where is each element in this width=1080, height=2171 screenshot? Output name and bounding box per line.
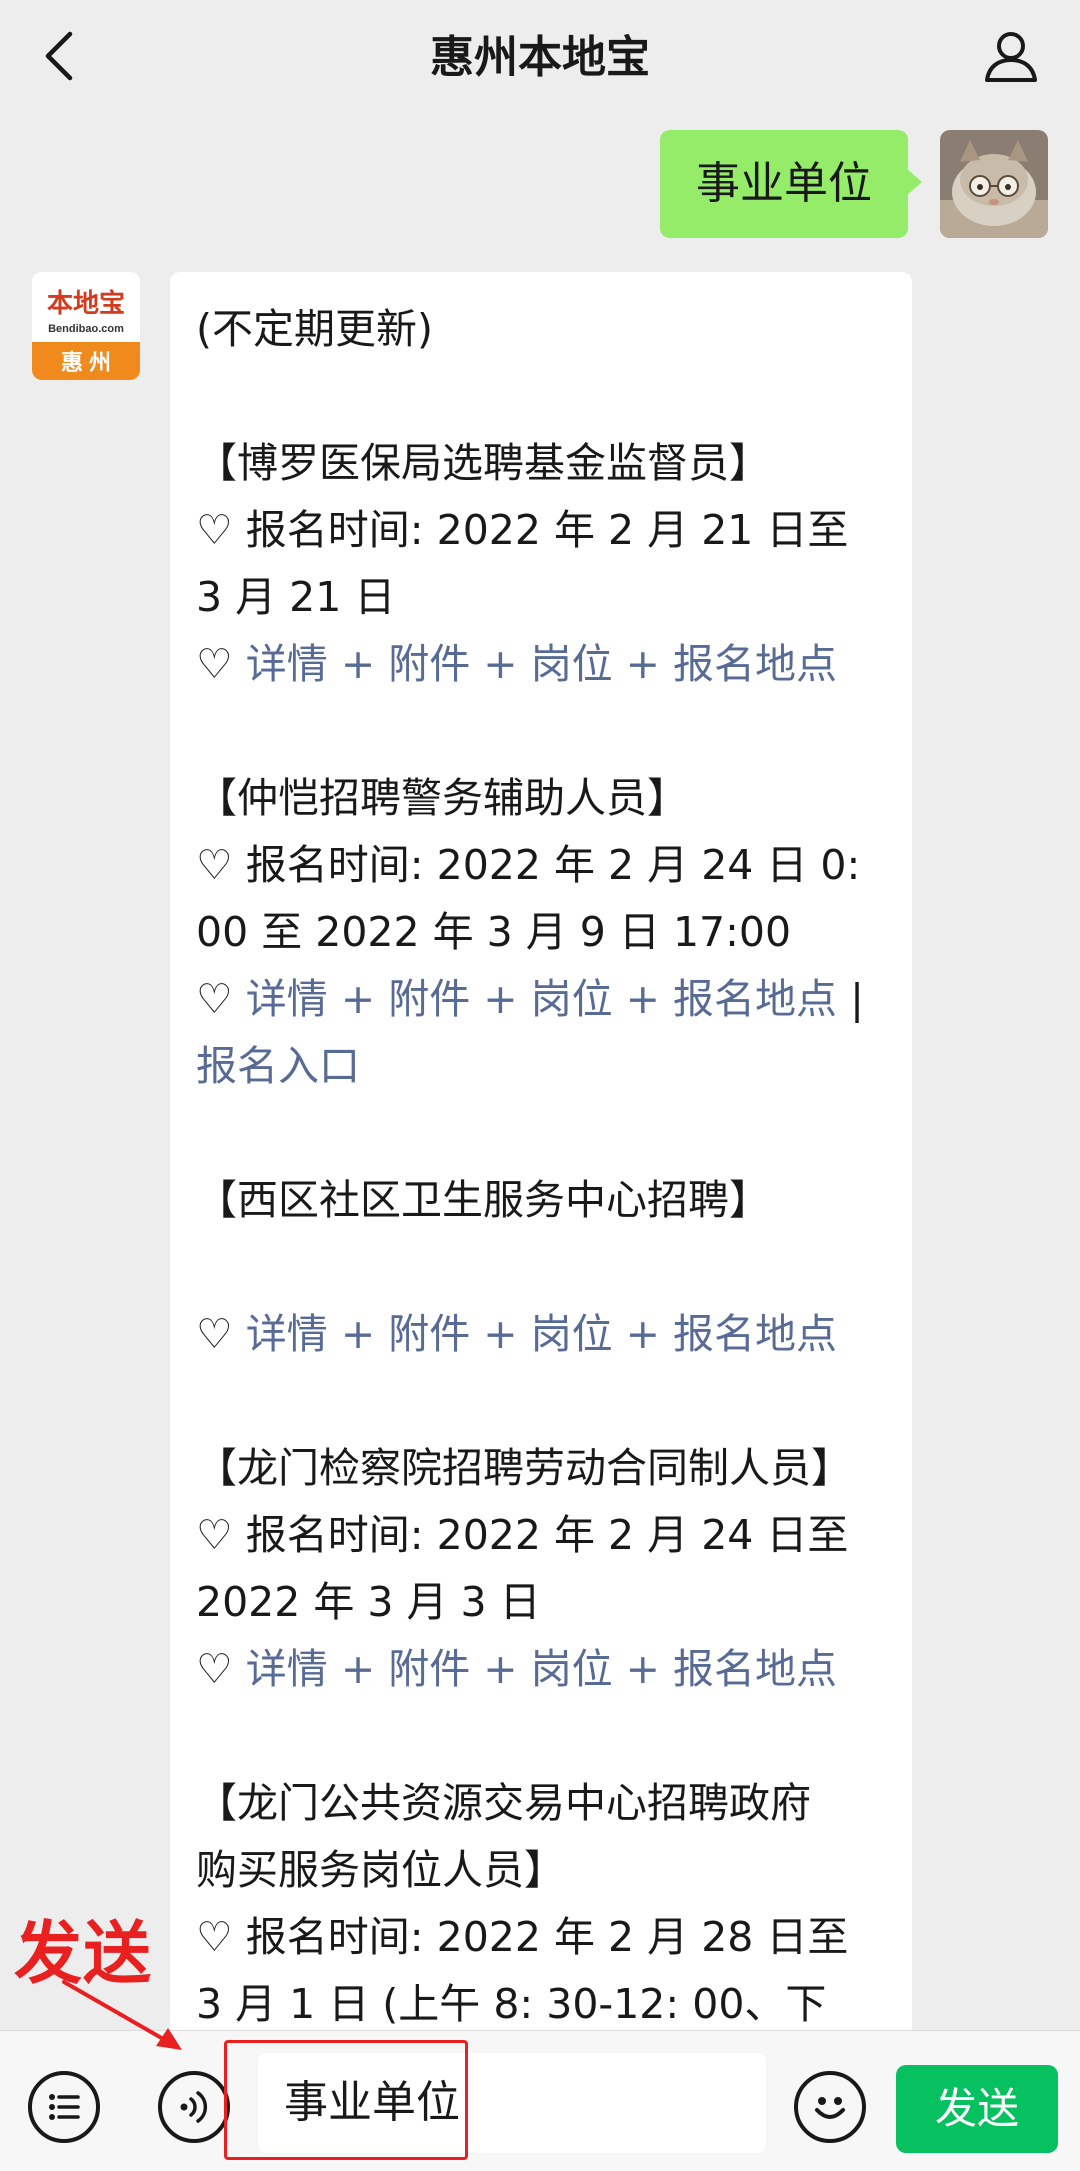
detail-link[interactable]: 详情 + 附件 + 岗位 + 报名地点 bbox=[246, 1645, 837, 1693]
incoming-message-bubble: (不定期更新) 【博罗医保局选聘基金监督员】 ♡ 报名时间: 2022 年 2 … bbox=[170, 272, 912, 2062]
outgoing-message-text: 事业单位 bbox=[696, 158, 872, 209]
job-links: ♡ 详情 + 附件 + 岗位 + 报名地点 | bbox=[196, 966, 896, 1033]
job-links: ♡ 详情 + 附件 + 岗位 + 报名地点 bbox=[196, 1636, 896, 1703]
profile-button[interactable] bbox=[976, 24, 1046, 88]
list-icon bbox=[49, 2094, 80, 2120]
person-icon bbox=[985, 32, 1037, 82]
cat-avatar-image bbox=[940, 130, 1048, 238]
detail-link[interactable]: 详情 + 附件 + 岗位 + 报名地点 bbox=[246, 640, 837, 688]
heart-outline-icon: ♡ bbox=[196, 1310, 246, 1358]
job-title: 【西区社区卫生服务中心招聘】 bbox=[196, 1176, 770, 1224]
job-time: 2022 年 3 月 3 日 bbox=[196, 1578, 541, 1626]
detail-link[interactable]: 详情 + 附件 + 岗位 + 报名地点 bbox=[246, 975, 837, 1023]
heart-outline-icon: ♡ bbox=[196, 975, 246, 1023]
link-separator: | bbox=[850, 975, 864, 1023]
bendibao-logo: 本地宝 Bendibao.com 惠 州 bbox=[32, 272, 140, 380]
job-title: 购买服务岗位人员】 bbox=[196, 1846, 565, 1894]
heart-outline-icon: ♡ bbox=[196, 640, 246, 688]
svg-text:惠 州: 惠 州 bbox=[61, 350, 111, 375]
voice-button[interactable] bbox=[158, 2071, 230, 2143]
job-links: ♡ 详情 + 附件 + 岗位 + 报名地点 bbox=[196, 1301, 896, 1368]
job-links: 报名入口 bbox=[196, 1033, 896, 1100]
job-title: 【仲恺招聘警务辅助人员】 bbox=[196, 774, 688, 822]
emoji-button[interactable] bbox=[794, 2071, 866, 2143]
svg-text:Bendibao.com: Bendibao.com bbox=[48, 323, 124, 335]
top-bar: 惠州本地宝 bbox=[0, 0, 1080, 115]
job-title: 【龙门检察院招聘劳动合同制人员】 bbox=[196, 1444, 852, 1492]
register-link[interactable]: 报名入口 bbox=[196, 1042, 360, 1090]
send-button[interactable]: 发送 bbox=[896, 2065, 1058, 2153]
job-time: 3 月 1 日 (上午 8: 30-12: 00、下 bbox=[196, 1980, 827, 2028]
job-time: ♡ 报名时间: 2022 年 2 月 28 日至 bbox=[196, 1913, 849, 1961]
heart-outline-icon: ♡ bbox=[196, 1645, 246, 1693]
message-input[interactable]: 事业单位 bbox=[258, 2053, 766, 2153]
job-time: 00 至 2022 年 3 月 9 日 17:00 bbox=[196, 908, 792, 956]
job-time: 3 月 21 日 bbox=[196, 573, 396, 621]
job-time: ♡ 报名时间: 2022 年 2 月 24 日至 bbox=[196, 1511, 849, 1559]
user-avatar[interactable] bbox=[940, 130, 1048, 238]
message-body: (不定期更新) 【博罗医保局选聘基金监督员】 ♡ 报名时间: 2022 年 2 … bbox=[196, 296, 896, 2038]
message-intro: (不定期更新) bbox=[196, 305, 433, 353]
detail-link[interactable]: 详情 + 附件 + 岗位 + 报名地点 bbox=[246, 1310, 837, 1358]
job-links: ♡ 详情 + 附件 + 岗位 + 报名地点 bbox=[196, 631, 896, 698]
job-time: ♡ 报名时间: 2022 年 2 月 24 日 0: bbox=[196, 841, 861, 889]
job-time: ♡ 报名时间: 2022 年 2 月 21 日至 bbox=[196, 506, 849, 554]
svg-text:本地宝: 本地宝 bbox=[47, 288, 125, 318]
chat-title: 惠州本地宝 bbox=[430, 32, 650, 83]
smiley-icon bbox=[815, 2097, 845, 2119]
job-title: 【龙门公共资源交易中心招聘政府 bbox=[196, 1779, 811, 1827]
voice-icon bbox=[180, 2091, 208, 2123]
annotation-arrow-icon bbox=[62, 1980, 182, 2050]
job-title: 【博罗医保局选聘基金监督员】 bbox=[196, 439, 770, 487]
outgoing-message-bubble[interactable]: 事业单位 bbox=[660, 130, 922, 238]
menu-button[interactable] bbox=[28, 2071, 100, 2143]
bendibao-avatar[interactable]: 本地宝 Bendibao.com 惠 州 bbox=[32, 272, 140, 380]
